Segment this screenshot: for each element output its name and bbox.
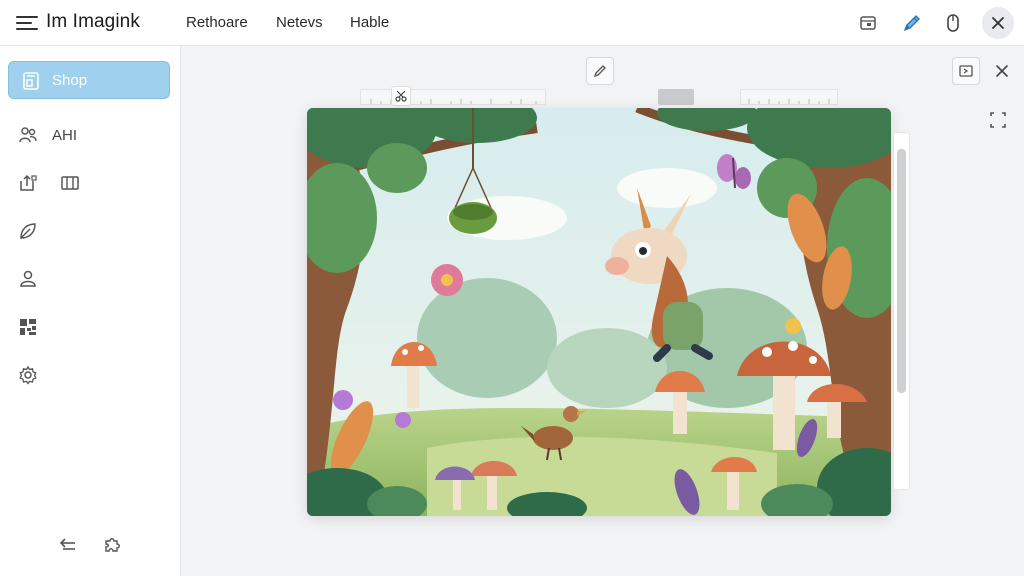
settings-icon[interactable] xyxy=(17,364,39,386)
scrollbar-thumb[interactable] xyxy=(897,149,906,393)
cut-icon[interactable] xyxy=(391,86,411,106)
edit-icon[interactable] xyxy=(586,57,614,85)
shop-button[interactable]: Shop xyxy=(8,61,170,99)
ruler-handle[interactable] xyxy=(658,89,694,105)
top-bar: Im Imagink Rethoare Netevs Hable xyxy=(0,0,1024,46)
crop-icon[interactable] xyxy=(984,106,1012,134)
calendar-icon[interactable] xyxy=(854,9,882,37)
export-icon[interactable] xyxy=(17,172,39,194)
shop-icon xyxy=(21,71,41,96)
menu-icon[interactable] xyxy=(16,13,38,33)
back-icon[interactable] xyxy=(57,534,79,556)
ahi-label[interactable]: AHI xyxy=(52,127,77,144)
ruler-left[interactable] xyxy=(360,89,546,105)
panel-icon[interactable] xyxy=(952,57,980,85)
book-icon[interactable] xyxy=(59,172,81,194)
nav-item-hable[interactable]: Hable xyxy=(350,14,389,31)
forest-illustration xyxy=(307,108,891,516)
app-title: Im Imagink xyxy=(46,11,140,32)
shop-label: Shop xyxy=(52,72,88,89)
puzzle-icon[interactable] xyxy=(101,534,123,556)
canvas-close-icon[interactable] xyxy=(988,57,1016,85)
pen-icon[interactable] xyxy=(898,9,926,37)
nav-item-rethoare[interactable]: Rethoare xyxy=(186,14,248,31)
sidebar: Shop AHI xyxy=(0,46,181,576)
mouse-icon[interactable] xyxy=(939,9,967,37)
ruler-right[interactable] xyxy=(740,89,838,105)
qr-icon[interactable] xyxy=(17,316,39,338)
illustration-canvas[interactable] xyxy=(307,108,891,516)
vertical-scrollbar[interactable] xyxy=(893,132,910,490)
leaf-icon[interactable] xyxy=(17,220,39,242)
close-icon[interactable] xyxy=(982,7,1014,39)
people-icon[interactable] xyxy=(17,124,39,146)
user-icon[interactable] xyxy=(17,268,39,290)
nav-item-netevs[interactable]: Netevs xyxy=(276,14,323,31)
